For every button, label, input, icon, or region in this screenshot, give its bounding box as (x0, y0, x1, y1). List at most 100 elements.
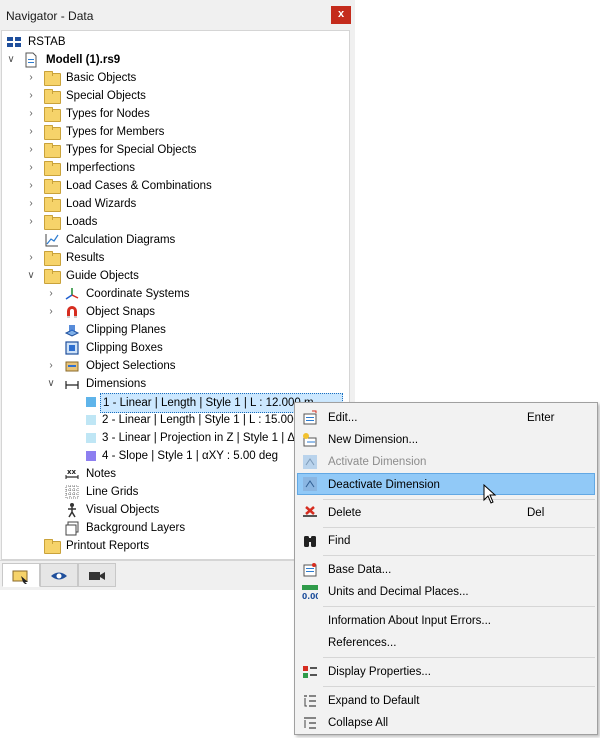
menu-item-activate-dimension[interactable]: Activate Dimension (297, 451, 595, 473)
tree-item-object-snaps[interactable]: › Object Snaps (4, 303, 304, 321)
tree-root[interactable]: RSTAB (4, 33, 304, 51)
collapse-icon (304, 717, 316, 729)
menu-item-edit[interactable]: Edit... Enter (297, 407, 595, 429)
chevron-right-icon[interactable]: › (26, 69, 36, 87)
tree-folder[interactable]: › Load Cases & Combinations (4, 177, 304, 195)
tree-model[interactable]: ∨ Modell (1).rs9 (4, 51, 304, 69)
new-dimension-icon (303, 433, 317, 447)
tree-item-coordinate-systems[interactable]: › Coordinate Systems (4, 285, 304, 303)
tree-folder-results[interactable]: › Results (4, 249, 304, 267)
tab-display[interactable] (40, 563, 78, 587)
close-button[interactable]: x (331, 6, 351, 24)
menu-item-delete[interactable]: Delete Del (297, 502, 595, 524)
tree-folder-printout-reports[interactable]: Printout Reports (4, 537, 304, 555)
tree-item-line-grids[interactable]: Line Grids (4, 483, 304, 501)
chevron-down-icon[interactable]: ∨ (26, 267, 36, 285)
activate-icon (303, 455, 317, 469)
tree-item-label: Line Grids (86, 486, 139, 498)
chevron-right-icon[interactable]: › (26, 159, 36, 177)
tree-folder-label: Imperfections (66, 162, 136, 174)
base-data-icon (303, 563, 317, 577)
tree-folder-label: Load Cases & Combinations (66, 180, 212, 192)
chevron-right-icon[interactable]: › (26, 105, 36, 123)
chevron-down-icon[interactable]: ∨ (46, 375, 56, 393)
dimension-item-4[interactable]: 4 - Slope | Style 1 | αXY : 5.00 deg (4, 447, 304, 465)
tab-data[interactable] (2, 563, 40, 587)
chevron-right-icon[interactable]: › (26, 177, 36, 195)
chevron-right-icon[interactable]: › (26, 213, 36, 231)
folder-icon (44, 106, 61, 122)
folder-icon (44, 250, 61, 266)
chevron-right-icon[interactable]: › (46, 285, 56, 303)
dimension-item-3[interactable]: 3 - Linear | Projection in Z | Style 1 |… (4, 429, 304, 447)
dimension-color-swatch (86, 397, 96, 407)
menu-item-expand-to-default[interactable]: Expand to Default (297, 690, 595, 712)
menu-separator (323, 555, 595, 556)
menu-item-label: Base Data... (328, 564, 392, 576)
chevron-right-icon[interactable]: › (26, 249, 36, 267)
dimension-item-1[interactable]: 1 - Linear | Length | Style 1 | L : 12.0… (4, 393, 344, 413)
tree-item-visual-objects[interactable]: Visual Objects (4, 501, 304, 519)
tree-folder-guide-objects[interactable]: ∨ Guide Objects (4, 267, 304, 285)
tree-folder[interactable]: › Special Objects (4, 87, 304, 105)
tree-model-label: Modell (1).rs9 (46, 54, 121, 66)
dimension-item-label: 2 - Linear | Length | Style 1 | L : 15.0… (102, 414, 300, 426)
tree-calculation-diagrams[interactable]: Calculation Diagrams (4, 231, 304, 249)
chevron-right-icon[interactable]: › (26, 141, 36, 159)
menu-item-collapse-all[interactable]: Collapse All (297, 712, 595, 734)
folder-icon (44, 124, 61, 140)
chevron-right-icon[interactable]: › (26, 123, 36, 141)
dimension-item-2[interactable]: 2 - Linear | Length | Style 1 | L : 15.0… (4, 411, 304, 429)
tree-item-background-layers[interactable]: Background Layers (4, 519, 304, 537)
menu-item-display-properties[interactable]: Display Properties... (297, 661, 595, 683)
tree-folder[interactable]: › Types for Special Objects (4, 141, 304, 159)
folder-icon (44, 88, 61, 104)
tree-folder[interactable]: › Types for Nodes (4, 105, 304, 123)
rstab-icon (7, 37, 21, 47)
mouse-cursor-icon (483, 484, 497, 504)
tree-item-clipping-boxes[interactable]: Clipping Boxes (4, 339, 304, 357)
context-menu: Edit... Enter New Dimension... Activate … (294, 402, 598, 735)
menu-item-shortcut: Del (527, 507, 545, 519)
menu-item-label: Delete (328, 507, 362, 519)
menu-item-label: Expand to Default (328, 695, 420, 707)
chevron-right-icon[interactable]: › (46, 303, 56, 321)
tree-folder[interactable]: › Types for Members (4, 123, 304, 141)
menu-item-find[interactable]: Find (297, 530, 595, 552)
menu-item-label: Activate Dimension (328, 456, 427, 468)
menu-item-shortcut: Enter (527, 412, 555, 424)
chevron-right-icon[interactable]: › (26, 87, 36, 105)
binoculars-icon (304, 536, 316, 547)
tree-folder[interactable]: › Basic Objects (4, 69, 304, 87)
display-properties-icon (303, 666, 317, 678)
deactivate-icon (303, 477, 317, 491)
tree-folder-label: Special Objects (66, 90, 146, 102)
model-file-icon (25, 52, 37, 68)
units-icon: 0.00 (302, 585, 318, 600)
menu-item-units[interactable]: 0.00 Units and Decimal Places... (297, 581, 595, 603)
tree-folder[interactable]: › Loads (4, 213, 304, 231)
menu-item-input-errors[interactable]: Information About Input Errors... (297, 610, 595, 632)
chevron-right-icon[interactable]: › (26, 195, 36, 213)
expand-icon (304, 695, 316, 707)
tree-item-label: Coordinate Systems (86, 288, 190, 300)
tree-item-clipping-planes[interactable]: Clipping Planes (4, 321, 304, 339)
tree-folder-label: Results (66, 252, 105, 264)
menu-item-deactivate-dimension[interactable]: Deactivate Dimension (297, 473, 595, 495)
svg-text:xx: xx (67, 468, 77, 476)
chevron-right-icon[interactable]: › (46, 357, 56, 375)
tab-views[interactable] (78, 563, 116, 587)
tree-folder-label: Types for Members (66, 126, 165, 138)
menu-separator (323, 606, 595, 607)
tree-item-object-selections[interactable]: › Object Selections (4, 357, 304, 375)
edit-icon (303, 410, 317, 425)
tree-item-notes[interactable]: xx Notes (4, 465, 304, 483)
menu-item-label: Edit... (328, 412, 358, 424)
menu-item-new-dimension[interactable]: New Dimension... (297, 429, 595, 451)
tree-folder[interactable]: › Load Wizards (4, 195, 304, 213)
tree-item-dimensions[interactable]: ∨ Dimensions (4, 375, 304, 393)
menu-item-references[interactable]: References... (297, 632, 595, 654)
tree-folder[interactable]: › Imperfections (4, 159, 304, 177)
menu-item-base-data[interactable]: Base Data... (297, 559, 595, 581)
chevron-down-icon[interactable]: ∨ (6, 51, 16, 69)
